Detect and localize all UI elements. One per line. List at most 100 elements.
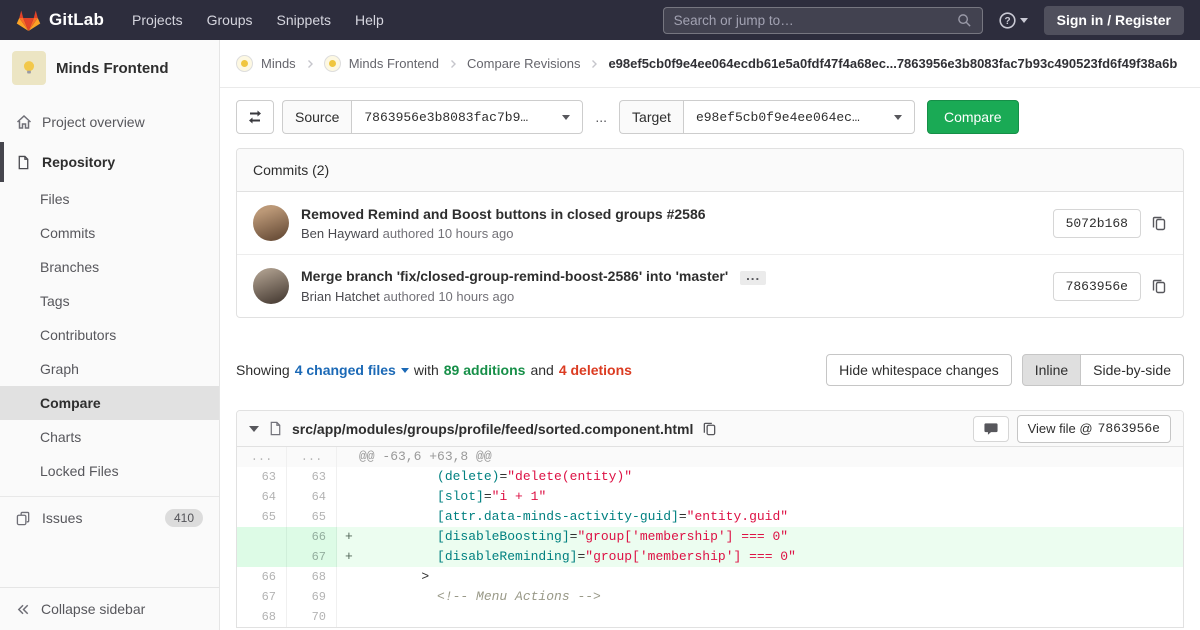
source-revision-dropdown[interactable]: 7863956e3b8083fac7b9… — [351, 100, 584, 134]
old-line-number[interactable] — [237, 547, 287, 567]
commit-author-avatar[interactable] — [253, 268, 289, 304]
swap-revisions-button[interactable] — [236, 100, 274, 134]
sidebar-item-charts[interactable]: Charts — [0, 420, 219, 454]
repository-subnav: Files Commits Branches Tags Contributors… — [0, 182, 219, 488]
navbar-right: Search or jump to… ? Sign in / Register — [662, 5, 1184, 35]
breadcrumb-compare-link[interactable]: Compare Revisions — [467, 56, 580, 71]
diff-file-panel: src/app/modules/groups/profile/feed/sort… — [236, 410, 1184, 628]
deletions-count: 4 deletions — [558, 362, 632, 378]
issues-count-badge: 410 — [164, 509, 203, 527]
old-line-number[interactable]: 65 — [237, 507, 287, 527]
sidebar-item-branches[interactable]: Branches — [0, 250, 219, 284]
old-line-number[interactable]: 64 — [237, 487, 287, 507]
nav-item-groups[interactable]: Groups — [207, 12, 253, 28]
new-line-number[interactable]: 70 — [287, 607, 337, 627]
breadcrumb-project-link[interactable]: Minds Frontend — [349, 56, 439, 71]
search-input[interactable]: Search or jump to… — [662, 6, 983, 34]
breadcrumb-group-link[interactable]: Minds — [261, 56, 296, 71]
sidebar-item-locked-files[interactable]: Locked Files — [0, 454, 219, 488]
commit-sha-link[interactable]: 5072b168 — [1052, 208, 1141, 238]
sidebar-item-contributors[interactable]: Contributors — [0, 318, 219, 352]
diff-file-header: src/app/modules/groups/profile/feed/sort… — [237, 411, 1183, 447]
navbar-menu: Projects Groups Snippets Help — [132, 12, 384, 28]
commit-title-link[interactable]: Removed Remind and Boost buttons in clos… — [301, 206, 706, 222]
old-line-number[interactable]: 63 — [237, 467, 287, 487]
sidebar-item-tags[interactable]: Tags — [0, 284, 219, 318]
old-line-number[interactable]: ... — [237, 447, 287, 467]
target-select-group: Target e98ef5cb0f9e4ee064ec… — [619, 100, 915, 134]
old-line-number[interactable]: 66 — [237, 567, 287, 587]
main-content: Minds Minds Frontend Compare Revisions e… — [220, 40, 1200, 630]
commit-title-link[interactable]: Merge branch 'fix/closed-group-remind-bo… — [301, 268, 728, 284]
sidebar-item-project-overview[interactable]: Project overview — [0, 102, 219, 142]
copy-sha-button[interactable] — [1151, 215, 1167, 231]
old-line-number[interactable] — [237, 527, 287, 547]
top-navbar: GitLab Projects Groups Snippets Help Sea… — [0, 0, 1200, 40]
commits-panel-header: Commits (2) — [237, 149, 1183, 192]
new-line-number[interactable]: ... — [287, 447, 337, 467]
commit-author-link[interactable]: Ben Hayward — [301, 226, 379, 241]
source-revision-value: 7863956e3b8083fac7b9… — [364, 109, 529, 125]
view-file-button[interactable]: View file @ 7863956e — [1016, 414, 1171, 443]
new-line-number[interactable]: 69 — [287, 587, 337, 607]
compare-button[interactable]: Compare — [926, 100, 1019, 134]
diff-line-code: (delete)="delete(entity)" — [437, 469, 633, 484]
new-line-number[interactable]: 66 — [287, 527, 337, 547]
new-line-number[interactable]: 67 — [287, 547, 337, 567]
changed-files-count: 4 changed files — [294, 362, 396, 378]
sidebar-item-commits[interactable]: Commits — [0, 216, 219, 250]
changed-files-dropdown[interactable]: 4 changed files — [295, 362, 409, 378]
question-circle-icon: ? — [999, 11, 1016, 29]
new-line-number[interactable]: 63 — [287, 467, 337, 487]
inline-view-button[interactable]: Inline — [1021, 354, 1082, 386]
new-line-number[interactable]: 65 — [287, 507, 337, 527]
old-line-number[interactable]: 67 — [237, 587, 287, 607]
new-line-number[interactable]: 68 — [287, 567, 337, 587]
nav-item-projects[interactable]: Projects — [132, 12, 183, 28]
revision-range-separator: ... — [595, 109, 608, 125]
collapse-diff-icon[interactable] — [249, 425, 259, 432]
diff-line-context: 67 69 <!-- Menu Actions --> — [237, 587, 1183, 607]
gitlab-app: GitLab Projects Groups Snippets Help Sea… — [0, 0, 1200, 630]
collapse-sidebar-label: Collapse sidebar — [41, 601, 146, 617]
diff-line-add: 66 + [disableBoosting]="group['membership… — [237, 527, 1183, 547]
sidebar-item-compare[interactable]: Compare — [0, 386, 219, 420]
source-select-group: Source 7863956e3b8083fac7b9… — [282, 100, 584, 134]
gitlab-logo-icon — [16, 9, 41, 32]
commit-author-avatar[interactable] — [253, 205, 289, 241]
target-revision-dropdown[interactable]: e98ef5cb0f9e4ee064ec… — [682, 100, 915, 134]
sidebar-item-files[interactable]: Files — [0, 182, 219, 216]
nav-item-help[interactable]: Help — [355, 12, 384, 28]
commit-sha-link[interactable]: 7863956e — [1052, 271, 1141, 301]
sidebar-item-issues[interactable]: Issues 410 — [0, 496, 219, 539]
diff-line-code: [slot]="i + 1" — [437, 489, 547, 504]
old-line-number[interactable]: 68 — [237, 607, 287, 627]
chevron-down-icon — [400, 367, 409, 373]
nav-item-snippets[interactable]: Snippets — [277, 12, 331, 28]
sidebar-item-label: Repository — [42, 154, 116, 170]
new-line-number[interactable]: 64 — [287, 487, 337, 507]
sidebar-project-link[interactable]: Minds Frontend — [0, 40, 219, 96]
sign-in-button[interactable]: Sign in / Register — [1043, 5, 1184, 35]
help-dropdown[interactable]: ? — [999, 11, 1028, 29]
repository-icon — [16, 155, 32, 170]
file-path-link[interactable]: src/app/modules/groups/profile/feed/sort… — [292, 421, 693, 437]
diff-line-context: 66 68 > — [237, 567, 1183, 587]
toggle-comments-button[interactable] — [972, 415, 1009, 442]
chevron-right-icon — [304, 58, 316, 70]
issues-icon — [16, 511, 32, 526]
gitlab-home-link[interactable]: GitLab — [16, 9, 104, 32]
sidebar-item-repository[interactable]: Repository — [0, 142, 219, 182]
diff-line-hunk: ...... @@ -63,6 +63,8 @@ — [237, 447, 1183, 467]
expand-commit-message-button[interactable]: ... — [740, 268, 767, 285]
side-by-side-view-button[interactable]: Side-by-side — [1080, 354, 1184, 386]
sidebar-item-graph[interactable]: Graph — [0, 352, 219, 386]
diff-view-toggle: Inline Side-by-side — [1021, 354, 1184, 386]
hide-whitespace-button[interactable]: Hide whitespace changes — [826, 354, 1012, 386]
commit-author-link[interactable]: Brian Hatchet — [301, 289, 380, 304]
copy-file-path-button[interactable] — [702, 421, 717, 436]
collapse-sidebar-button[interactable]: Collapse sidebar — [0, 587, 219, 630]
chevron-down-icon — [562, 114, 571, 120]
copy-sha-button[interactable] — [1151, 278, 1167, 294]
view-file-sha: 7863956e — [1097, 421, 1160, 436]
